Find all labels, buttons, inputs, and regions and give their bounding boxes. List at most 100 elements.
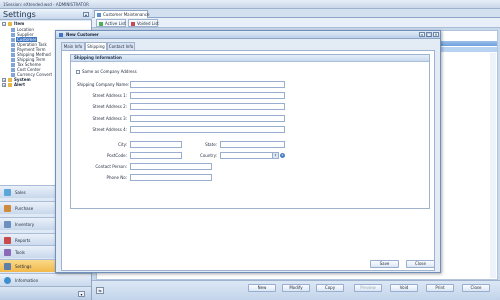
nav-reports-label: Reports <box>15 238 31 243</box>
address2-field[interactable] <box>130 103 285 110</box>
cost-center-icon <box>11 68 15 72</box>
address1-field[interactable] <box>130 92 285 99</box>
settings-icon <box>4 263 11 270</box>
phone-label: Phone No: <box>106 175 127 180</box>
bottom-toolbar: ⇆ New Modify Copy Preview Void Print Clo… <box>92 280 500 300</box>
shipping-information-group: Shipping Information Same as Company Add… <box>70 54 430 209</box>
close-button[interactable]: Close <box>462 284 490 292</box>
folder-icon <box>8 78 12 82</box>
customer-icon <box>11 38 15 42</box>
new-button[interactable]: New <box>248 284 276 292</box>
sidebar-pin-icon[interactable]: ▴ <box>83 12 89 17</box>
address3-label: Street Address 3: <box>92 116 127 121</box>
chevron-down-icon[interactable]: ▾ <box>272 153 278 158</box>
nav-purchase-label: Purchase <box>15 206 34 211</box>
document-tabstrip: Customer Maintenance <box>92 9 500 18</box>
expand-item-icon[interactable]: − <box>2 22 6 26</box>
contact-person-field[interactable] <box>130 163 212 170</box>
address3-field[interactable] <box>130 115 285 122</box>
information-icon <box>4 277 11 284</box>
address4-label: Street Address 4: <box>92 127 127 132</box>
same-as-company-checkbox[interactable] <box>76 70 80 74</box>
nav-information-label: Information <box>15 278 39 283</box>
nav-sales-label: Sales <box>15 190 26 195</box>
save-button[interactable]: Save <box>370 260 399 268</box>
state-field[interactable] <box>220 141 285 148</box>
copy-button[interactable]: Copy <box>316 284 344 292</box>
tab-voided-list[interactable]: Voided List <box>128 19 159 27</box>
shipping-panel: Shipping Information Same as Company Add… <box>61 50 435 271</box>
customer-maintenance-icon <box>97 13 101 17</box>
sidebar-header: Settings ▴ <box>0 9 92 20</box>
nav-settings-label: Settings <box>15 264 32 269</box>
inventory-icon <box>4 221 11 228</box>
preview-button[interactable]: Preview <box>354 284 382 292</box>
tab-active-list-label: Active List <box>105 21 126 26</box>
voided-list-icon <box>131 22 135 26</box>
same-as-company-label: Same as Company Address <box>82 69 137 74</box>
postcode-field[interactable] <box>130 152 182 159</box>
customer-icon <box>59 33 63 37</box>
nav-tools-label: Tools <box>15 250 25 255</box>
postcode-label: PostCode: <box>107 153 127 158</box>
new-customer-dialog: New Customer ▫ □ × Main Info Shipping Co… <box>55 30 441 273</box>
city-label: City: <box>118 142 127 147</box>
tab-customer-maintenance-label: Customer Maintenance <box>103 12 150 17</box>
minimize-icon[interactable]: ▫ <box>419 32 425 37</box>
window-title: 1Session: eXtended.wsd - ADMINISTRATOR <box>3 2 89 7</box>
sidebar-footer: ▾ <box>0 286 91 300</box>
folder-icon <box>8 22 12 26</box>
tools-icon <box>4 249 11 256</box>
country-lookup-icon[interactable]: ▾ <box>280 153 285 158</box>
tab-active-list[interactable]: Active List <box>96 19 126 27</box>
operation-task-icon <box>11 43 15 47</box>
address4-field[interactable] <box>130 126 285 133</box>
dialog-close-button[interactable]: Close <box>406 260 435 268</box>
address1-label: Street Address 1: <box>92 93 127 98</box>
shipping-method-icon <box>11 53 15 57</box>
dialog-title: New Customer <box>66 32 99 37</box>
tab-main-info[interactable]: Main Info <box>61 42 85 50</box>
supplier-icon <box>11 33 15 37</box>
folder-icon <box>8 83 12 87</box>
tree-item-alert[interactable]: Alert <box>14 82 25 87</box>
dialog-titlebar: New Customer ▫ □ × <box>56 31 440 39</box>
nav-inventory-label: Inventory <box>15 222 35 227</box>
grid-scrollbar[interactable] <box>490 53 496 278</box>
tree-item-item[interactable]: Item <box>14 21 24 26</box>
shipping-term-icon <box>11 58 15 62</box>
city-field[interactable] <box>130 141 182 148</box>
tab-customer-maintenance[interactable]: Customer Maintenance <box>94 10 150 18</box>
company-name-label: Shipping Company Name: <box>77 82 130 87</box>
group-title: Shipping Information <box>71 55 429 62</box>
contact-person-label: Contact Person: <box>95 164 127 169</box>
address2-label: Street Address 2: <box>92 104 127 109</box>
location-icon <box>11 28 15 32</box>
country-select[interactable]: ▾ <box>220 152 279 159</box>
tab-voided-list-label: Voided List <box>137 21 159 26</box>
country-label: Country: <box>200 153 217 158</box>
expand-system-icon[interactable]: + <box>2 78 6 82</box>
company-name-field[interactable] <box>130 81 285 88</box>
phone-field[interactable] <box>130 174 212 181</box>
payment-term-icon <box>11 48 15 52</box>
tax-scheme-icon <box>11 63 15 67</box>
reports-icon <box>4 237 11 244</box>
purchase-icon <box>4 205 11 212</box>
modify-button[interactable]: Modify <box>282 284 310 292</box>
state-label: State: <box>205 142 217 147</box>
expand-alert-icon[interactable]: + <box>2 83 6 87</box>
sidebar-heading: Settings <box>3 10 36 19</box>
print-button[interactable]: Print <box>426 284 454 292</box>
window-titlebar: 1Session: eXtended.wsd - ADMINISTRATOR <box>0 0 500 9</box>
void-button[interactable]: Void <box>390 284 418 292</box>
chevron-down-icon[interactable]: ▾ <box>78 291 85 297</box>
maximize-icon[interactable]: □ <box>426 32 432 37</box>
close-icon[interactable]: × <box>433 32 439 37</box>
sales-icon <box>4 189 11 196</box>
tab-contact-info[interactable]: Contact Info <box>107 42 135 50</box>
active-list-icon <box>99 22 103 26</box>
list-subtabs: Active List Voided List <box>92 18 500 28</box>
export-icon[interactable]: ⇆ <box>96 287 104 294</box>
nav-information-button[interactable]: Information <box>0 273 91 286</box>
